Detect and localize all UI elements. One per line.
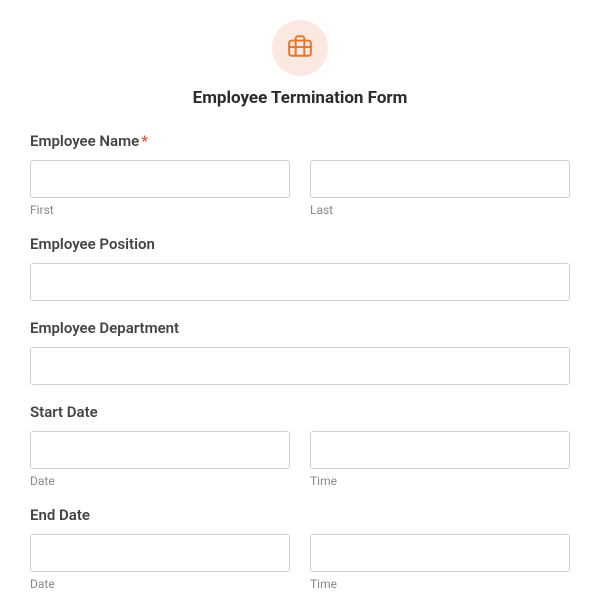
employee-position-label: Employee Position: [30, 235, 570, 253]
briefcase-icon: [287, 33, 313, 63]
first-name-sublabel: First: [30, 203, 290, 217]
employee-department-input[interactable]: [30, 347, 570, 385]
last-name-input[interactable]: [310, 160, 570, 198]
form-header: Employee Termination Form: [30, 20, 570, 108]
end-time-sublabel: Time: [310, 577, 570, 591]
end-date-input[interactable]: [30, 534, 290, 572]
header-icon-circle: [272, 20, 328, 76]
employee-position-group: Employee Position: [30, 235, 570, 301]
end-date-sublabel: Date: [30, 577, 290, 591]
employee-department-label: Employee Department: [30, 319, 570, 337]
start-time-sublabel: Time: [310, 474, 570, 488]
employee-name-label: Employee Name*: [30, 132, 570, 150]
start-time-input[interactable]: [310, 431, 570, 469]
end-time-input[interactable]: [310, 534, 570, 572]
start-date-label: Start Date: [30, 403, 570, 421]
employee-department-group: Employee Department: [30, 319, 570, 385]
end-date-label: End Date: [30, 506, 570, 524]
required-mark: *: [141, 132, 148, 150]
start-date-input[interactable]: [30, 431, 290, 469]
start-date-group: Start Date Date Time: [30, 403, 570, 488]
first-name-input[interactable]: [30, 160, 290, 198]
form-title: Employee Termination Form: [30, 88, 570, 108]
employee-position-input[interactable]: [30, 263, 570, 301]
start-date-sublabel: Date: [30, 474, 290, 488]
end-date-group: End Date Date Time: [30, 506, 570, 591]
last-name-sublabel: Last: [310, 203, 570, 217]
employee-name-group: Employee Name* First Last: [30, 132, 570, 217]
